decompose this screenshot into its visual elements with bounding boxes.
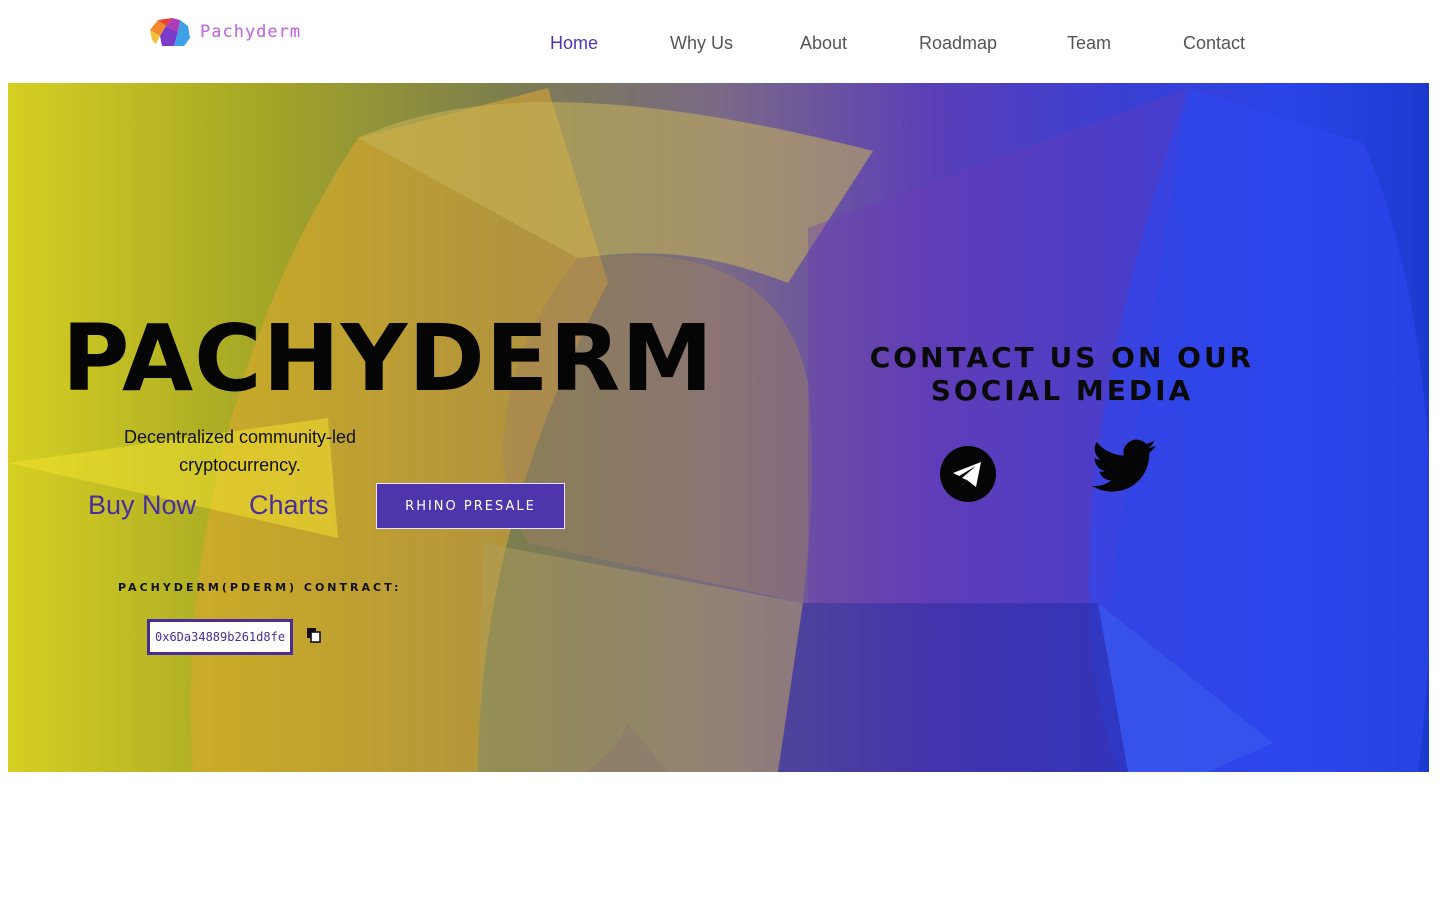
nav-item-about[interactable]: About [800, 33, 847, 54]
nav-item-why-us[interactable]: Why Us [670, 33, 733, 54]
hero-section: PACHYDERM Decentralized community-led cr… [8, 83, 1429, 772]
contract-label: PACHYDERM(PDERM) CONTRACT: [118, 581, 402, 594]
buy-now-link[interactable]: Buy Now [88, 490, 196, 521]
nav-item-team[interactable]: Team [1067, 33, 1111, 54]
nav-item-home[interactable]: Home [550, 33, 598, 54]
nav-menu: Home Why Us About Roadmap Team Contact [0, 33, 1440, 57]
nav-item-roadmap[interactable]: Roadmap [919, 33, 997, 54]
telegram-icon[interactable] [940, 446, 996, 502]
twitter-icon[interactable] [1092, 438, 1156, 494]
nav-item-contact[interactable]: Contact [1183, 33, 1245, 54]
copy-icon[interactable] [306, 627, 322, 643]
rhino-presale-button[interactable]: RHINO PRESALE [376, 483, 565, 529]
contract-address-field[interactable] [147, 619, 293, 655]
charts-link[interactable]: Charts [249, 490, 329, 521]
hero-title: PACHYDERM [62, 305, 714, 412]
top-nav: Pachyderm Home Why Us About Roadmap Team… [0, 0, 1440, 83]
hero-tagline: Decentralized community-led cryptocurren… [123, 427, 357, 475]
social-heading: CONTACT US ON OUR SOCIAL MEDIA [869, 341, 1255, 407]
